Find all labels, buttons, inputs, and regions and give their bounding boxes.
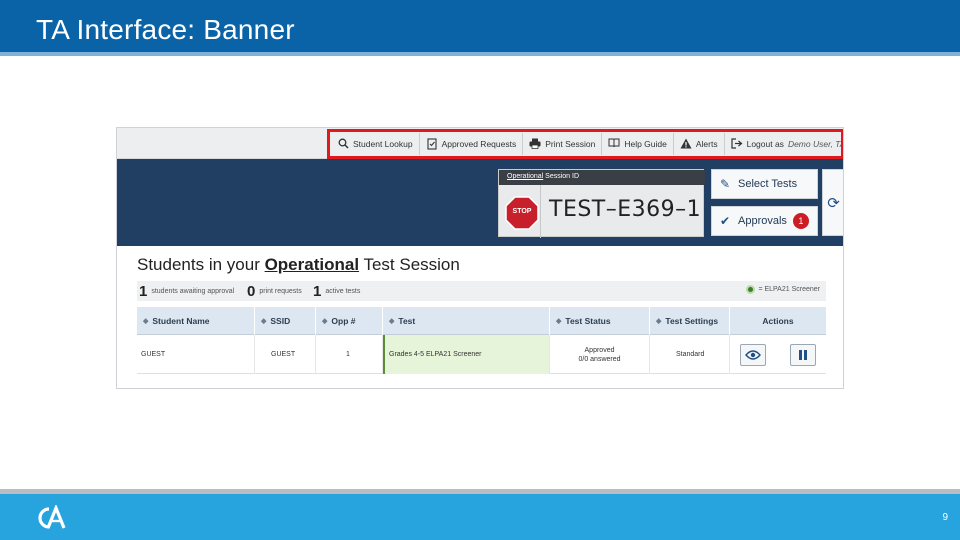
refresh-icon: ⟳ xyxy=(827,194,840,212)
slide-title: TA Interface: Banner xyxy=(36,14,295,45)
header-divider xyxy=(0,52,960,56)
approvals-button[interactable]: ✔ Approvals 1 xyxy=(711,206,818,236)
column-opp[interactable]: ◆ Opp # xyxy=(316,307,383,335)
cell-actions xyxy=(730,335,826,374)
ta-interface-screenshot: Student Lookup Approved Requests Print S… xyxy=(116,127,844,389)
select-tests-label: Select Tests xyxy=(738,178,798,190)
cell-test: Grades 4-5 ELPA21 Screener xyxy=(383,335,550,374)
sort-icon: ◆ xyxy=(261,318,267,325)
refresh-button[interactable]: ⟳ xyxy=(822,169,843,236)
awaiting-approval-count: 1 students awaiting approval xyxy=(139,282,235,300)
session-label: Operational Session ID xyxy=(499,170,705,185)
column-ssid[interactable]: ◆ SSID xyxy=(255,307,316,335)
pause-icon xyxy=(799,349,807,360)
cell-ssid: GUEST xyxy=(255,335,316,374)
approvals-count-badge: 1 xyxy=(792,213,809,229)
cell-test-settings: Standard xyxy=(650,335,730,374)
cell-student-name: GUEST xyxy=(137,335,255,374)
column-test-settings[interactable]: ◆ Test Settings xyxy=(650,307,730,335)
active-tests-count: 1 active tests xyxy=(313,282,361,300)
table-row: GUEST GUEST 1 Grades 4-5 ELPA21 Screener… xyxy=(137,335,826,374)
session-counts-bar: 1 students awaiting approval 0 print reque… xyxy=(137,281,826,301)
view-student-button[interactable] xyxy=(740,343,766,366)
table-header: ◆ Student Name ◆ SSID ◆ Opp # ◆ Test ◆ Test S… xyxy=(137,307,826,335)
eye-icon xyxy=(745,349,761,360)
cell-test-status: Approved 0/0 answered xyxy=(550,335,650,374)
students-table: ◆ Student Name ◆ SSID ◆ Opp # ◆ Test ◆ Test S… xyxy=(137,307,826,374)
pencil-icon: ✎ xyxy=(719,177,731,191)
sort-icon: ◆ xyxy=(389,318,395,325)
approvals-label: Approvals xyxy=(738,215,787,227)
stop-session-button[interactable]: STOP xyxy=(504,195,540,231)
column-test-status[interactable]: ◆ Test Status xyxy=(550,307,650,335)
sort-icon: ◆ xyxy=(556,318,562,325)
sort-icon: ◆ xyxy=(143,318,149,325)
session-id-panel: Operational Session ID STOP TEST–E369–1 xyxy=(498,169,705,238)
session-hero: Operational Session ID STOP TEST–E369–1 … xyxy=(117,159,843,246)
slide-footer xyxy=(0,494,960,540)
page-number: 9 xyxy=(942,512,948,523)
column-actions: Actions xyxy=(762,316,794,326)
sort-icon: ◆ xyxy=(656,318,662,325)
banner-highlight-box xyxy=(327,129,843,159)
stop-label: STOP xyxy=(512,208,532,215)
sort-icon: ◆ xyxy=(322,318,328,325)
column-student-name[interactable]: ◆ Student Name xyxy=(137,307,255,335)
banner-bar: Student Lookup Approved Requests Print S… xyxy=(117,128,843,159)
print-requests-count: 0 print requests xyxy=(247,282,302,300)
session-id: TEST–E369–1 xyxy=(549,197,702,222)
ca-logo xyxy=(34,503,70,531)
checkmark-icon: ✔ xyxy=(719,214,731,228)
page-heading: Students in your Operational Test Sessio… xyxy=(137,255,460,274)
session-type-link[interactable]: Operational xyxy=(265,255,359,274)
pause-test-button[interactable] xyxy=(790,343,816,366)
column-test[interactable]: ◆ Test xyxy=(383,307,550,335)
cell-opp: 1 xyxy=(316,335,383,374)
legend-dot xyxy=(746,285,756,294)
screener-legend: = ELPA21 Screener xyxy=(746,285,820,294)
select-tests-button[interactable]: ✎ Select Tests xyxy=(711,169,818,199)
slide: TA Interface: Banner Student Lookup Appr… xyxy=(0,0,960,540)
session-divider xyxy=(540,185,541,238)
